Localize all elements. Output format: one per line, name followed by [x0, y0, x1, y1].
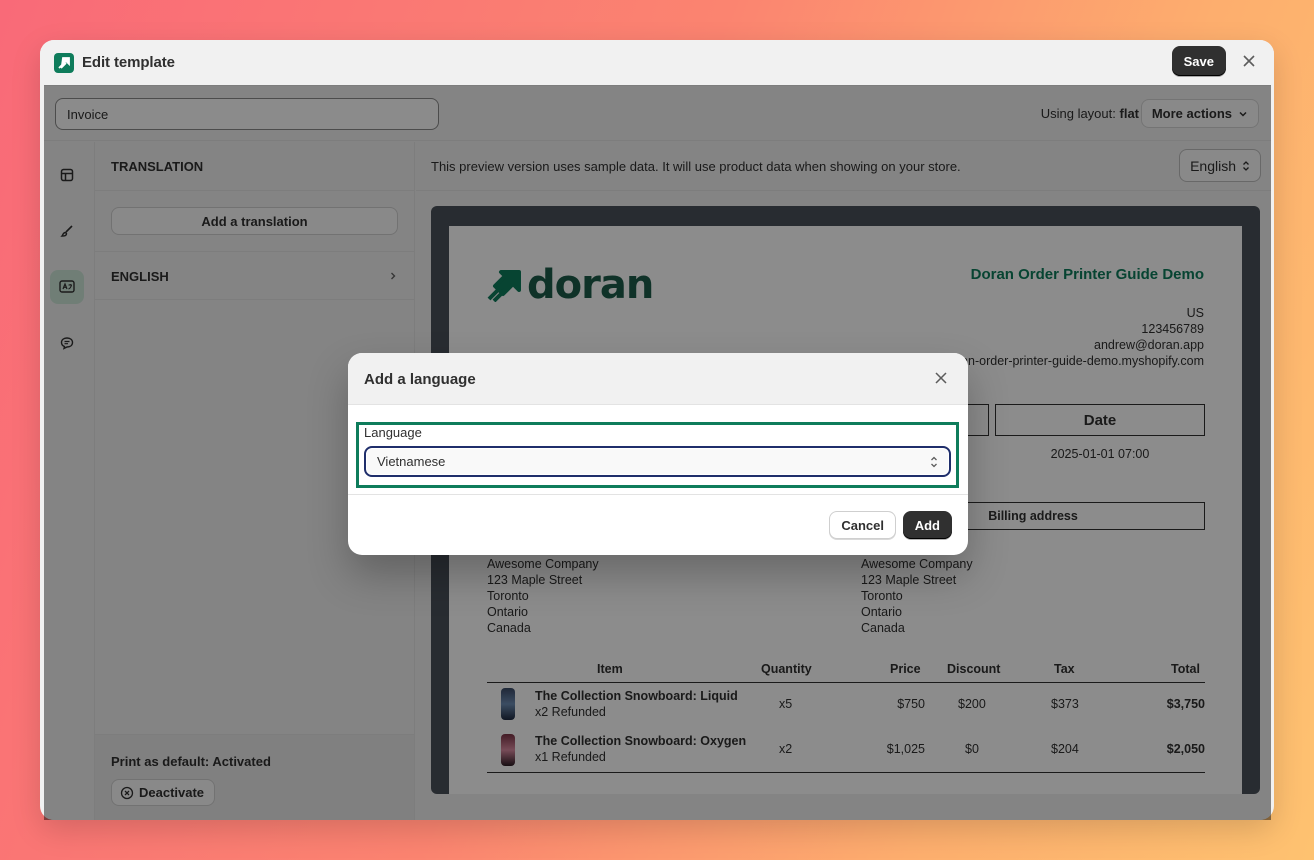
cancel-button[interactable]: Cancel [829, 511, 896, 539]
modal-title: Add a language [364, 371, 476, 388]
select-arrows-icon [931, 456, 937, 467]
language-select[interactable]: Vietnamese [364, 446, 951, 477]
language-field-label: Language [364, 425, 422, 440]
modal-header: Add a language [348, 353, 968, 405]
close-window-icon[interactable] [1240, 52, 1258, 70]
add-button[interactable]: Add [902, 511, 952, 539]
window-title: Edit template [82, 54, 175, 71]
title-bar: Edit template Save [40, 40, 1274, 85]
app-logo-icon [54, 52, 74, 73]
add-language-modal: Add a language Language Vietnamese Cance… [348, 353, 968, 555]
save-button[interactable]: Save [1171, 46, 1226, 76]
close-icon[interactable] [934, 371, 950, 387]
language-select-value: Vietnamese [377, 454, 446, 469]
modal-footer-divider [348, 494, 968, 495]
